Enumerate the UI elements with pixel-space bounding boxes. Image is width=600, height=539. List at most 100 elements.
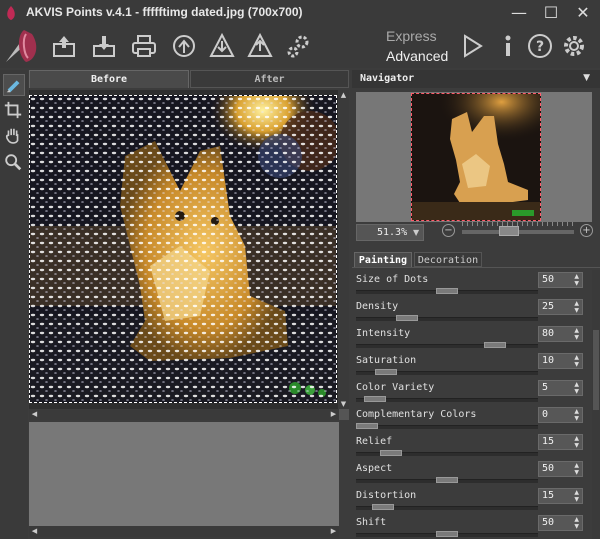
scroll-left-arrow-2-icon[interactable]: ◀ xyxy=(29,526,40,537)
canvas-horizontal-scrollbar[interactable]: ◀ ▶ xyxy=(29,409,339,420)
parameter-row: Relief 15 ▲ ▼ xyxy=(352,432,590,459)
batch-settings-icon[interactable] xyxy=(284,32,312,60)
svg-text:?: ? xyxy=(536,39,544,55)
share-icon[interactable] xyxy=(170,32,198,60)
parameter-row: Shift 50 ▲ ▼ xyxy=(352,513,590,539)
parameter-value: 10 xyxy=(542,355,555,366)
presets-import-icon[interactable] xyxy=(208,32,236,60)
help-icon[interactable]: ? xyxy=(526,32,554,60)
run-icon[interactable] xyxy=(458,32,486,60)
parameter-spinbox[interactable]: 15 ▲ ▼ xyxy=(538,488,583,504)
parameter-value: 80 xyxy=(542,328,555,339)
spin-arrows-icon[interactable]: ▲ ▼ xyxy=(574,273,579,287)
parameter-spinbox[interactable]: 0 ▲ ▼ xyxy=(538,407,583,423)
presets-export-icon[interactable] xyxy=(246,32,274,60)
hand-tool-icon[interactable] xyxy=(3,126,25,148)
parameter-slider-handle[interactable] xyxy=(364,396,386,402)
spin-arrows-icon[interactable]: ▲ ▼ xyxy=(574,516,579,530)
preferences-icon[interactable] xyxy=(560,32,588,60)
parameter-slider-handle[interactable] xyxy=(380,450,402,456)
spin-arrows-icon[interactable]: ▲ ▼ xyxy=(574,462,579,476)
spin-arrows-icon[interactable]: ▲ ▼ xyxy=(574,381,579,395)
scroll-left-arrow-icon[interactable]: ◀ xyxy=(29,409,40,420)
spin-arrows-icon[interactable]: ▲ ▼ xyxy=(574,327,579,341)
parameter-slider-handle[interactable] xyxy=(356,423,378,429)
parameter-row: Distortion 15 ▲ ▼ xyxy=(352,486,590,513)
parameter-slider-handle[interactable] xyxy=(436,477,458,483)
minimize-button[interactable]: — xyxy=(504,2,534,24)
spin-arrows-icon[interactable]: ▲ ▼ xyxy=(574,435,579,449)
bottom-horizontal-scrollbar[interactable]: ◀ ▶ xyxy=(29,526,339,537)
image-tabs: Before After xyxy=(29,70,349,88)
scroll-right-arrow-2-icon[interactable]: ▶ xyxy=(328,526,339,537)
parameter-slider-handle[interactable] xyxy=(436,288,458,294)
zoom-in-button[interactable]: + xyxy=(580,224,593,237)
tab-after[interactable]: After xyxy=(190,70,349,88)
settings-panel: Navigator ▼ 51.3% ▼ − + Painting Decorat… xyxy=(352,70,600,539)
parameter-value: 0 xyxy=(542,409,549,420)
parameter-slider-handle[interactable] xyxy=(375,369,398,375)
zoom-level-dropdown[interactable]: 51.3% ▼ xyxy=(356,224,424,241)
navigator-header: Navigator ▼ xyxy=(352,70,600,88)
scroll-right-arrow-icon[interactable]: ▶ xyxy=(328,409,339,420)
secondary-preview-area xyxy=(29,422,339,526)
parameter-slider-handle[interactable] xyxy=(436,531,458,537)
scroll-up-arrow-icon[interactable]: ▲ xyxy=(338,90,349,101)
spin-arrows-icon[interactable]: ▲ ▼ xyxy=(574,408,579,422)
info-icon[interactable] xyxy=(494,32,522,60)
zoom-tool-icon[interactable] xyxy=(3,152,25,174)
parameter-spinbox[interactable]: 50 ▲ ▼ xyxy=(538,515,583,531)
canvas-vertical-scrollbar[interactable]: ▲ ▼ xyxy=(338,90,349,410)
maximize-button[interactable]: ☐ xyxy=(536,2,566,24)
express-mode-button[interactable]: Express xyxy=(386,28,437,44)
parameter-spinbox[interactable]: 10 ▲ ▼ xyxy=(538,353,583,369)
parameter-spinbox[interactable]: 80 ▲ ▼ xyxy=(538,326,583,342)
app-logo-icon xyxy=(7,6,15,20)
tab-decoration[interactable]: Decoration xyxy=(414,252,482,267)
zoom-slider-handle[interactable] xyxy=(498,226,519,236)
tab-before[interactable]: Before xyxy=(29,70,189,88)
parameter-spinbox[interactable]: 15 ▲ ▼ xyxy=(538,434,583,450)
print-icon[interactable] xyxy=(130,32,158,60)
parameter-spinbox[interactable]: 50 ▲ ▼ xyxy=(538,461,583,477)
brush-tool-icon[interactable] xyxy=(3,74,25,96)
collapse-arrow-icon[interactable]: ▼ xyxy=(583,73,590,83)
parameter-slider-track[interactable] xyxy=(356,344,538,348)
parameter-spinbox[interactable]: 5 ▲ ▼ xyxy=(538,380,583,396)
parameters-scrollbar[interactable] xyxy=(592,270,600,539)
navigator-thumbnail[interactable] xyxy=(411,93,541,221)
zoom-out-button[interactable]: − xyxy=(442,224,455,237)
parameter-label: Aspect xyxy=(356,463,393,474)
parameter-value: 15 xyxy=(542,436,555,447)
parameter-label: Size of Dots xyxy=(356,274,429,285)
parameter-label: Complementary Colors xyxy=(356,409,477,420)
parameter-slider-handle[interactable] xyxy=(372,504,394,510)
advanced-mode-button[interactable]: Advanced xyxy=(386,48,448,64)
resize-grip[interactable] xyxy=(339,409,349,420)
parameter-spinbox[interactable]: 50 ▲ ▼ xyxy=(538,272,583,288)
parameters-scroll-thumb[interactable] xyxy=(593,330,599,410)
save-image-icon[interactable] xyxy=(90,32,118,60)
navigator-title: Navigator xyxy=(360,73,415,84)
crop-tool-icon[interactable] xyxy=(3,100,25,122)
parameter-slider-track[interactable] xyxy=(356,317,538,321)
tools-panel xyxy=(0,70,28,539)
parameter-slider-handle[interactable] xyxy=(484,342,506,348)
close-button[interactable]: ✕ xyxy=(568,2,598,24)
spin-arrows-icon[interactable]: ▲ ▼ xyxy=(574,489,579,503)
parameter-row: Density 25 ▲ ▼ xyxy=(352,297,590,324)
parameter-slider-handle[interactable] xyxy=(396,315,418,321)
parameter-label: Intensity xyxy=(356,328,411,339)
parameter-slider-track[interactable] xyxy=(356,425,538,429)
tab-painting[interactable]: Painting xyxy=(354,252,412,267)
parameter-value: 50 xyxy=(542,463,555,474)
parameter-value: 25 xyxy=(542,301,555,312)
zoom-value: 51.3% xyxy=(377,227,408,238)
image-canvas[interactable] xyxy=(29,95,337,403)
spin-arrows-icon[interactable]: ▲ ▼ xyxy=(574,354,579,368)
spin-arrows-icon[interactable]: ▲ ▼ xyxy=(574,300,579,314)
open-image-icon[interactable] xyxy=(50,32,78,60)
image-workspace: Before After ▲ ▼ ◀ ▶ ◀ ▶ xyxy=(29,70,349,539)
main-toolbar: Express Advanced ? xyxy=(0,26,600,68)
parameter-spinbox[interactable]: 25 ▲ ▼ xyxy=(538,299,583,315)
